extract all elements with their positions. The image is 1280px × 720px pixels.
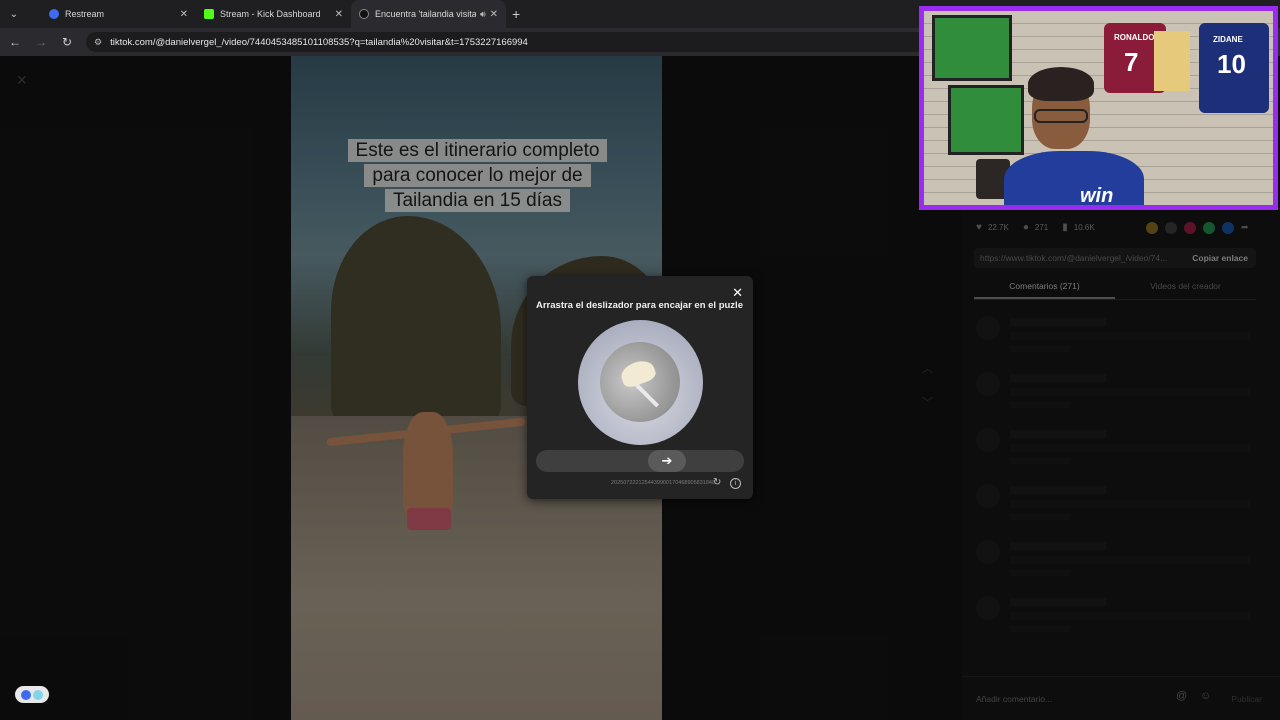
extension-badge[interactable]: [15, 686, 49, 703]
back-icon[interactable]: ←: [4, 35, 26, 49]
tab-search-icon[interactable]: ⌄: [5, 5, 23, 23]
close-tab-icon[interactable]: ✕: [180, 9, 188, 20]
rotation-puzzle-image: [578, 320, 703, 445]
captcha-prompt: Arrastra el deslizador para encajar en e…: [536, 300, 743, 311]
kick-favicon-icon: [204, 9, 214, 19]
reload-icon[interactable]: ↻: [56, 35, 78, 49]
tab-title: Encuentra 'tailandia visitar': [375, 9, 476, 19]
captcha-dialog: ✕ Arrastra el deslizador para encajar en…: [527, 276, 753, 499]
streamer-hair: [1028, 67, 1094, 101]
jersey-number: 7: [1124, 47, 1139, 77]
streamer-shirt: [1004, 151, 1144, 205]
close-icon[interactable]: ✕: [732, 285, 743, 301]
tab-title: Restream: [65, 9, 105, 19]
speaker-icon[interactable]: 🔊︎: [480, 9, 486, 20]
lamp-stem: [634, 383, 660, 408]
url-input[interactable]: ⚙ tiktok.com/@danielvergel_/video/744045…: [86, 32, 926, 52]
tab-title: Stream - Kick Dashboard: [220, 9, 321, 19]
tiktok-favicon-icon: [359, 9, 369, 19]
captcha-code: 2025072221254439900170468905831848: [611, 480, 716, 486]
slider-track[interactable]: [536, 450, 744, 472]
play-icon: [21, 689, 31, 700]
refresh-icon[interactable]: ↻: [713, 477, 721, 488]
jersey-name: ZIDANE: [1213, 35, 1243, 44]
tab-restream[interactable]: Restream ✕: [41, 0, 196, 28]
status-dot-icon: [33, 689, 43, 700]
shirt-logo-text: win: [1080, 185, 1114, 207]
jersey-zidane-image: ZIDANE 10: [1199, 23, 1269, 113]
slider-handle[interactable]: ➔: [648, 450, 686, 472]
jersey-number: 10: [1217, 49, 1246, 79]
tactics-board-image-2: [948, 85, 1024, 155]
new-tab-button[interactable]: +: [512, 6, 520, 22]
puzzle-inner-piece: [588, 330, 692, 434]
jersey-name: RONALDO: [1114, 33, 1155, 42]
tab-kick-dashboard[interactable]: Stream - Kick Dashboard ✕: [196, 0, 351, 28]
url-text: tiktok.com/@danielvergel_/video/74404534…: [110, 36, 528, 48]
tactics-board-image: [932, 15, 1012, 81]
site-info-icon[interactable]: ⚙: [94, 37, 102, 48]
framed-photo-image: [1154, 31, 1190, 91]
arrow-right-icon: ➔: [661, 453, 673, 468]
close-tab-icon[interactable]: ✕: [490, 9, 498, 20]
restream-favicon-icon: [49, 9, 59, 19]
close-tab-icon[interactable]: ✕: [335, 9, 343, 20]
glasses-image: [1034, 109, 1088, 123]
tab-tiktok[interactable]: Encuentra 'tailandia visitar' 🔊︎ ✕: [351, 0, 506, 28]
info-icon[interactable]: i: [730, 478, 741, 489]
forward-icon[interactable]: →: [30, 35, 52, 49]
webcam-overlay: RONALDO 7 ZIDANE 10 win: [919, 6, 1278, 210]
